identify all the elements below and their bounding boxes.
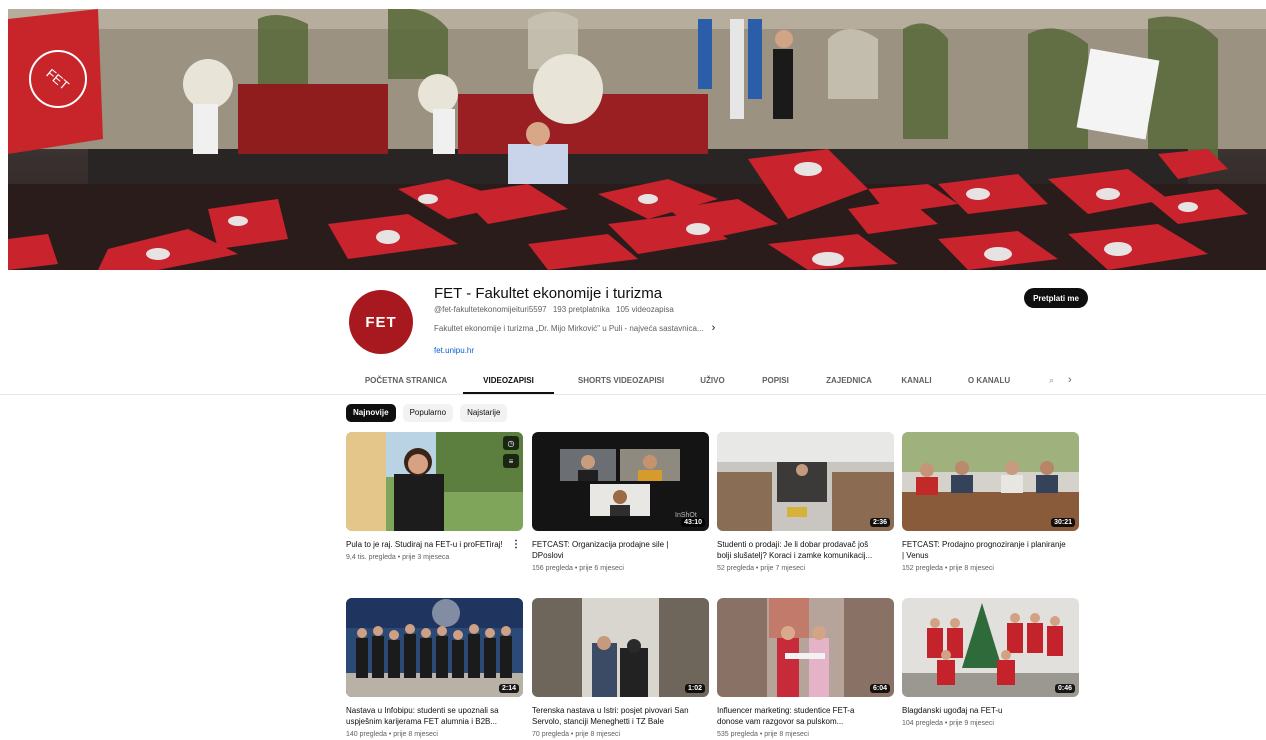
view-count: 104 pregleda <box>902 720 943 727</box>
video-duration: 2:36 <box>869 518 890 527</box>
channel-link[interactable]: fet.unipu.hr <box>434 346 474 355</box>
video-title[interactable]: Pula to je raj. Studiraj na FET-u i proF… <box>346 539 511 550</box>
chevron-right-icon: › <box>711 322 716 334</box>
video-card[interactable]: ◷ ≡ Pula to je raj. Studiraj na FET-u i … <box>346 432 523 561</box>
upload-age: prije 8 mjeseci <box>949 565 994 572</box>
channel-name: FET - Fakultet ekonomije i turizma <box>434 285 663 302</box>
video-title[interactable]: Nastava u Infobipu: studenti se upoznali… <box>346 705 511 727</box>
video-thumbnail[interactable]: InShOt 43:10 <box>532 432 709 531</box>
video-thumbnail[interactable]: 6:04 <box>717 598 894 697</box>
channel-banner: FET <box>8 9 1266 270</box>
video-title[interactable]: FETCAST: Prodajno prognoziranje i planir… <box>902 539 1067 561</box>
channel-tabs: POČETNA STRANICA VIDEOZAPISI SHORTS VIDE… <box>349 368 1029 394</box>
video-card[interactable]: 30:21 FETCAST: Prodajno prognoziranje i … <box>902 432 1079 572</box>
tab-live[interactable]: UŽIVO <box>688 368 737 394</box>
video-card[interactable]: InShOt 43:10 FETCAST: Organizacija proda… <box>532 432 709 572</box>
video-meta: 152 pregleda • prije 8 mjeseci <box>902 565 994 572</box>
chip-latest[interactable]: Najnovije <box>346 404 396 422</box>
tab-channels[interactable]: KANALI <box>884 368 949 394</box>
more-options-icon[interactable]: ⋮ <box>511 540 521 550</box>
avatar-text: FET <box>365 313 397 331</box>
channel-meta: @fet-fakultetekonomijeituri5597 193 pret… <box>434 305 678 314</box>
channel-avatar[interactable]: FET <box>349 290 413 354</box>
video-meta: 156 pregleda • prije 6 mjeseci <box>532 565 624 572</box>
video-thumbnail[interactable]: 2:36 <box>717 432 894 531</box>
upload-age: prije 3 mjeseca <box>402 554 450 561</box>
upload-age: prije 8 mjeseci <box>575 731 621 738</box>
upload-age: prije 9 mjeseci <box>949 720 994 727</box>
video-title[interactable]: FETCAST: Organizacija prodajne sile | DP… <box>532 539 697 561</box>
video-thumbnail[interactable]: 0:46 <box>902 598 1079 697</box>
video-duration: 6:04 <box>869 684 890 693</box>
upload-age: prije 8 mjeseci <box>393 731 438 738</box>
view-count: 9,4 tis. pregleda <box>346 554 396 561</box>
video-thumbnail[interactable]: ◷ ≡ <box>346 432 523 531</box>
tab-community[interactable]: ZAJEDNICA <box>814 368 884 394</box>
video-title[interactable]: Studenti o prodaji: Je li dobar prodavač… <box>717 539 882 561</box>
tab-videos[interactable]: VIDEOZAPISI <box>463 368 554 394</box>
view-count: 70 pregleda <box>532 731 569 738</box>
channel-handle: @fet-fakultetekonomijeituri5597 <box>434 305 547 314</box>
sort-chips: Najnovije Popularno Najstarije <box>346 404 508 422</box>
view-count: 140 pregleda <box>346 731 387 738</box>
subscribe-button[interactable]: Pretplati me <box>1024 288 1088 308</box>
view-count: 152 pregleda <box>902 565 943 572</box>
description-text: Fakultet ekonomije i turizma „Dr. Mijo M… <box>434 323 704 333</box>
video-card[interactable]: 6:04 Influencer marketing: studentice FE… <box>717 598 894 738</box>
video-meta: 104 pregleda • prije 9 mjeseci <box>902 720 994 727</box>
video-duration: 0:46 <box>1054 684 1075 693</box>
upload-age: prije 8 mjeseci <box>764 731 809 738</box>
tab-about[interactable]: O KANALU <box>949 368 1029 394</box>
video-duration: 30:21 <box>1051 518 1075 527</box>
channel-description[interactable]: Fakultet ekonomije i turizma „Dr. Mijo M… <box>434 322 715 334</box>
video-title[interactable]: Blagdanski ugođaj na FET-u <box>902 705 1067 716</box>
video-thumbnail[interactable]: 30:21 <box>902 432 1079 531</box>
chevron-right-icon[interactable]: › <box>1068 374 1072 386</box>
video-count: 105 videozapisa <box>616 305 674 314</box>
upload-age: prije 6 mjeseci <box>579 565 624 572</box>
channel-page: FET FET FET - Fakultet ekonomije i turiz… <box>0 0 1266 740</box>
view-count: 156 pregleda <box>532 565 573 572</box>
tab-shorts[interactable]: SHORTS VIDEOZAPISI <box>554 368 688 394</box>
search-icon[interactable]: ⌕ <box>1049 375 1054 386</box>
video-duration: 2:14 <box>498 684 519 693</box>
video-thumbnail[interactable]: 1:02 <box>532 598 709 697</box>
video-meta: 70 pregleda • prije 8 mjeseci <box>532 731 621 738</box>
tab-home[interactable]: POČETNA STRANICA <box>349 368 463 394</box>
tabs-divider <box>0 394 1266 395</box>
tab-playlists[interactable]: POPISI <box>737 368 814 394</box>
video-duration: 1:02 <box>684 684 705 693</box>
video-meta: 535 pregleda • prije 8 mjeseci <box>717 731 809 738</box>
video-title[interactable]: Terenska nastava u Istri: posjet pivovar… <box>532 705 697 727</box>
video-meta: 52 pregleda • prije 7 mjeseci <box>717 565 806 572</box>
video-duration: 43:10 <box>681 518 705 527</box>
video-thumbnail[interactable]: 2:14 <box>346 598 523 697</box>
video-card[interactable]: 0:46 Blagdanski ugođaj na FET-u 104 preg… <box>902 598 1079 727</box>
video-meta: 9,4 tis. pregleda • prije 3 mjeseca <box>346 554 450 561</box>
view-count: 535 pregleda <box>717 731 758 738</box>
video-title[interactable]: Influencer marketing: studentice FET-a d… <box>717 705 882 727</box>
video-card[interactable]: 1:02 Terenska nastava u Istri: posjet pi… <box>532 598 709 738</box>
subscriber-count: 193 pretplatnika <box>552 305 610 314</box>
view-count: 52 pregleda <box>717 565 754 572</box>
chip-popular[interactable]: Popularno <box>402 404 454 422</box>
upload-age: prije 7 mjeseci <box>760 565 806 572</box>
video-meta: 140 pregleda • prije 8 mjeseci <box>346 731 438 738</box>
video-card[interactable]: 2:14 Nastava u Infobipu: studenti se upo… <box>346 598 523 738</box>
banner-image: FET <box>8 9 1266 270</box>
watch-later-icon[interactable]: ◷ <box>503 436 519 450</box>
chip-oldest[interactable]: Najstarije <box>460 404 508 422</box>
video-card[interactable]: 2:36 Studenti o prodaji: Je li dobar pro… <box>717 432 894 572</box>
add-to-queue-icon[interactable]: ≡ <box>503 454 519 468</box>
